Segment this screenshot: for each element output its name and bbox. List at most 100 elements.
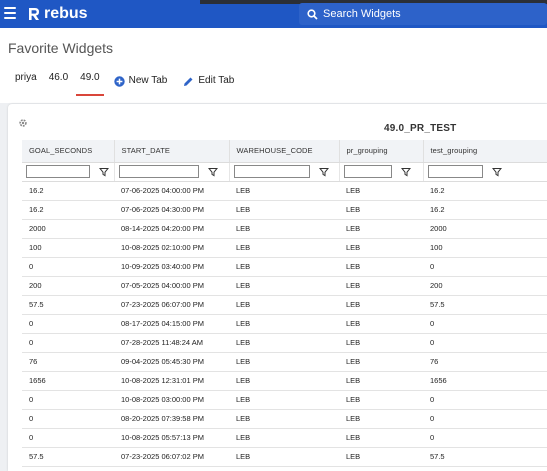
cell-goal-seconds: 57.5 [22, 295, 114, 315]
cell-warehouse-code: LEB [229, 295, 339, 315]
cell-pr-grouping: LEB [339, 276, 423, 296]
cell-test-grouping: 0 [423, 333, 547, 353]
page-title: Favorite Widgets [8, 40, 114, 56]
table-row[interactable]: 2000 08-14-2025 04:20:00 PM LEB LEB 2000 [22, 219, 547, 239]
cell-goal-seconds: 100 [22, 238, 114, 258]
cell-test-grouping: 0 [423, 428, 547, 448]
column-header-start-date[interactable]: START_DATE [114, 140, 230, 163]
cell-pr-grouping: LEB [339, 181, 423, 201]
tab-priya[interactable]: priya [0, 66, 43, 96]
cell-test-grouping: 0 [423, 409, 547, 429]
new-tab-button[interactable]: New Tab [106, 66, 176, 96]
filter-cell [114, 162, 230, 182]
top-navbar: rebus Search Widgets [0, 0, 547, 28]
hamburger-icon[interactable] [4, 7, 16, 19]
table-row[interactable]: 0 10-08-2025 03:00:00 PM LEB LEB 0 [22, 390, 547, 410]
edit-tab-button[interactable]: Edit Tab [175, 66, 242, 96]
widget-panel: 49.0_PR_TEST GOAL_SECONDS START_DATE WAR… [8, 104, 547, 471]
cell-goal-seconds: 16.2 [22, 200, 114, 220]
brand-logo[interactable]: rebus [28, 5, 88, 23]
cell-start-date: 08-20-2025 07:39:58 PM [114, 409, 229, 429]
edit-tab-label: Edit Tab [198, 75, 235, 86]
table-row[interactable]: 57.5 07-23-2025 06:07:02 PM LEB LEB 57.5 [22, 447, 547, 467]
column-header-goal-seconds[interactable]: GOAL_SECONDS [22, 140, 115, 163]
filter-input-warehouse-code[interactable] [233, 165, 310, 178]
cell-goal-seconds: 0 [22, 428, 114, 448]
table-row[interactable]: 0 07-28-2025 11:48:24 AM LEB LEB 0 [22, 333, 547, 353]
filter-icon[interactable] [400, 167, 411, 177]
cell-warehouse-code: LEB [229, 314, 339, 334]
filter-input-pr-grouping[interactable] [343, 165, 392, 178]
cell-start-date: 07-05-2025 04:00:00 PM [114, 276, 229, 296]
filter-row [22, 162, 547, 182]
search-input[interactable]: Search Widgets [299, 3, 547, 25]
cell-warehouse-code: LEB [229, 333, 339, 353]
tab-46-0[interactable]: 46.0 [43, 66, 74, 96]
column-header-warehouse-code[interactable]: WAREHOUSE_CODE [229, 140, 340, 163]
table-row[interactable]: 0 10-08-2025 05:57:13 PM LEB LEB 0 [22, 428, 547, 448]
cell-test-grouping: 1656 [423, 371, 547, 391]
cell-warehouse-code: LEB [229, 447, 339, 467]
cell-goal-seconds: 76 [22, 352, 114, 372]
cell-pr-grouping: LEB [339, 238, 423, 258]
cell-test-grouping: 100 [423, 238, 547, 258]
cell-pr-grouping: LEB [339, 219, 423, 239]
tab-bar: priya 46.0 49.0 New Tab Edit Tab [0, 66, 242, 96]
filter-icon[interactable] [318, 167, 329, 177]
table-row[interactable]: 0 08-20-2025 07:39:58 PM LEB LEB 0 [22, 409, 547, 429]
table-row[interactable]: 0 08-17-2025 04:15:00 PM LEB LEB 0 [22, 314, 547, 334]
cell-goal-seconds: 200 [22, 276, 114, 296]
cell-warehouse-code: LEB [229, 390, 339, 410]
search-placeholder: Search Widgets [323, 8, 401, 20]
table-row[interactable]: 57.5 07-23-2025 06:07:00 PM LEB LEB 57.5 [22, 295, 547, 315]
cell-goal-seconds: 1656 [22, 371, 114, 391]
tab-label: 49.0 [80, 72, 100, 83]
gear-icon[interactable] [18, 115, 28, 127]
cell-test-grouping: 16.2 [423, 200, 547, 220]
tab-label: 46.0 [48, 72, 69, 83]
table-row[interactable]: 200 07-05-2025 04:00:00 PM LEB LEB 200 [22, 276, 547, 296]
cell-pr-grouping: LEB [339, 390, 423, 410]
cell-goal-seconds: 0 [22, 409, 114, 429]
filter-icon[interactable] [98, 167, 110, 177]
column-header-test-grouping[interactable]: test_grouping [423, 140, 547, 163]
table-row[interactable]: 100 10-08-2025 02:10:00 PM LEB LEB 100 [22, 238, 547, 258]
table-row[interactable]: 0 10-09-2025 03:40:00 PM LEB LEB 0 [22, 257, 547, 277]
filter-icon[interactable] [207, 167, 218, 177]
pencil-icon [183, 76, 194, 87]
cell-warehouse-code: LEB [229, 200, 339, 220]
cell-start-date: 07-23-2025 06:07:02 PM [114, 447, 229, 467]
table-row[interactable]: 16.2 07-06-2025 04:00:00 PM LEB LEB 16.2 [22, 181, 547, 201]
cell-test-grouping: 16.2 [423, 181, 547, 201]
data-table: GOAL_SECONDS START_DATE WAREHOUSE_CODE p… [22, 140, 547, 467]
brand-name: rebus [44, 5, 88, 22]
filter-cell [339, 162, 424, 182]
filter-input-test-grouping[interactable] [427, 165, 483, 178]
cell-goal-seconds: 16.2 [22, 181, 114, 201]
cell-pr-grouping: LEB [339, 447, 423, 467]
cell-warehouse-code: LEB [229, 352, 339, 372]
cell-test-grouping: 57.5 [423, 295, 547, 315]
cell-start-date: 10-09-2025 03:40:00 PM [114, 257, 229, 277]
table-row[interactable]: 1656 10-08-2025 12:31:01 PM LEB LEB 1656 [22, 371, 547, 391]
cell-test-grouping: 2000 [423, 219, 547, 239]
table-row[interactable]: 76 09-04-2025 05:45:30 PM LEB LEB 76 [22, 352, 547, 372]
cell-start-date: 10-08-2025 03:00:00 PM [114, 390, 229, 410]
cell-test-grouping: 0 [423, 314, 547, 334]
widget-title: 49.0_PR_TEST [384, 123, 457, 134]
header-row: GOAL_SECONDS START_DATE WAREHOUSE_CODE p… [22, 140, 547, 163]
cell-start-date: 07-06-2025 04:30:00 PM [114, 200, 229, 220]
cell-goal-seconds: 0 [22, 333, 114, 353]
cell-pr-grouping: LEB [339, 200, 423, 220]
cell-start-date: 10-08-2025 02:10:00 PM [114, 238, 229, 258]
filter-input-goal-seconds[interactable] [26, 165, 90, 178]
filter-icon[interactable] [491, 167, 502, 177]
column-header-pr-grouping[interactable]: pr_grouping [339, 140, 424, 163]
filter-input-start-date[interactable] [118, 165, 199, 178]
tab-49-0[interactable]: 49.0 [74, 66, 105, 96]
cell-warehouse-code: LEB [229, 219, 339, 239]
cell-goal-seconds: 2000 [22, 219, 114, 239]
cell-warehouse-code: LEB [229, 371, 339, 391]
cell-warehouse-code: LEB [229, 409, 339, 429]
table-row[interactable]: 16.2 07-06-2025 04:30:00 PM LEB LEB 16.2 [22, 200, 547, 220]
